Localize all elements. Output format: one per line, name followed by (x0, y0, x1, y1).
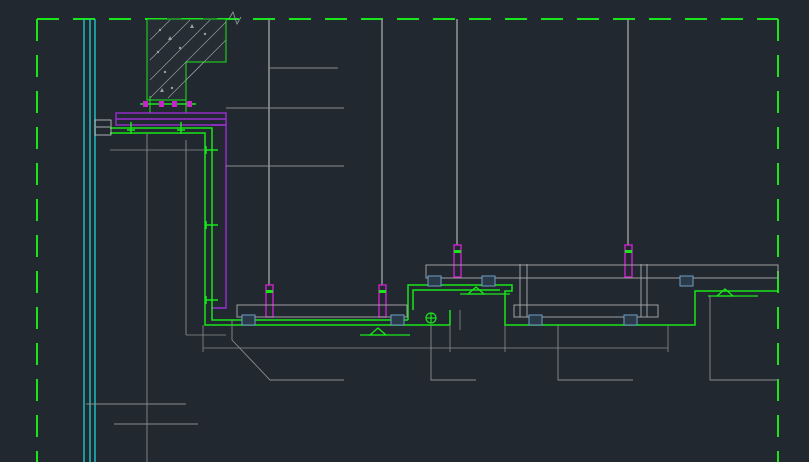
ceiling-section-drawing (36, 11, 779, 462)
light-fixture (425, 312, 437, 324)
dimension-line (110, 149, 669, 352)
concrete-beam (146, 11, 242, 101)
cad-viewport[interactable] (0, 0, 809, 462)
curtain-wall-mullion (83, 19, 96, 462)
elevation-marker (360, 286, 758, 336)
curtain-wall-head (94, 119, 112, 136)
hanger-rod (268, 19, 629, 285)
steel-frame (115, 112, 227, 309)
hanger-adjuster (265, 244, 633, 318)
ceiling-clip (241, 275, 694, 326)
bulkhead-outline (110, 127, 778, 326)
hanger-nut (266, 250, 632, 293)
